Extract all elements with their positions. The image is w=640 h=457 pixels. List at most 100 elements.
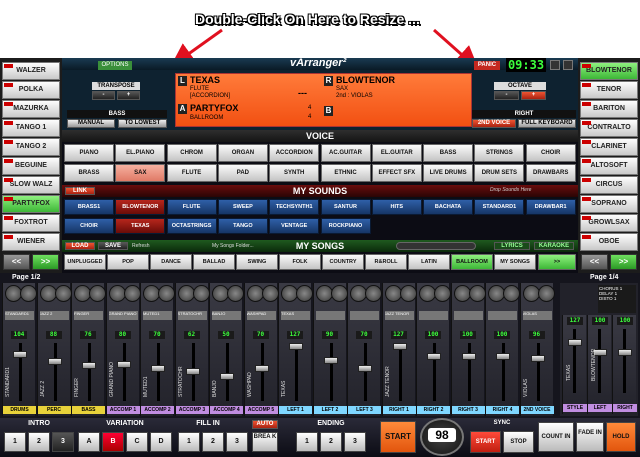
refresh-link[interactable]: Refresh — [132, 243, 150, 249]
song-category-dance[interactable]: DANCE — [150, 254, 192, 270]
effect-knob[interactable] — [123, 285, 141, 302]
style-button-7[interactable]: PARTYFOX — [2, 195, 60, 213]
intro-1-button[interactable]: 1 — [4, 432, 26, 452]
style-button-9[interactable]: WIENER — [2, 233, 60, 251]
my-sound-tango[interactable]: TANGO — [217, 218, 268, 234]
my-sound-brass1[interactable]: BRASS1 — [64, 199, 114, 215]
master-fader[interactable] — [618, 349, 632, 356]
left-prev-button[interactable]: << — [3, 254, 30, 270]
my-sound-flute[interactable]: FLUTE — [166, 199, 217, 215]
style-button-1[interactable]: POLKA — [2, 81, 60, 99]
effect-knob[interactable] — [434, 285, 451, 302]
voice-drawbars[interactable]: DRAWBARS — [525, 164, 576, 182]
close-icon[interactable] — [563, 60, 573, 70]
channel-fader[interactable] — [496, 353, 510, 360]
right-next-button[interactable]: >> — [610, 254, 637, 270]
auto-button[interactable]: AUTO — [252, 420, 278, 429]
style-button-0[interactable]: WALZER — [2, 62, 60, 80]
octave-plus-button[interactable]: + — [521, 91, 546, 100]
bass-manual-button[interactable]: MANUAL — [67, 119, 115, 128]
my-sound-drawbar1[interactable]: DRAWBAR1 — [525, 199, 576, 215]
voice-live-drums[interactable]: LIVE DRUMS — [423, 164, 474, 182]
link-button[interactable]: LINK — [65, 187, 95, 195]
channel-fader[interactable] — [13, 350, 27, 358]
fade-in-button[interactable]: FADE IN — [576, 422, 604, 452]
channel-fader[interactable] — [82, 362, 96, 369]
song-category-latin[interactable]: LATIN — [408, 254, 450, 270]
voice-sax[interactable]: SAX — [115, 164, 166, 182]
tempo-knob[interactable]: 98 — [420, 418, 464, 456]
count-in-button[interactable]: COUNT IN — [538, 422, 574, 452]
pan-knob[interactable] — [453, 285, 471, 302]
voice-bass[interactable]: BASS — [423, 144, 474, 162]
channel-fader[interactable] — [323, 357, 338, 364]
my-sound-techsynth1[interactable]: TECHSYNTH1 — [269, 199, 320, 215]
sound-button-2[interactable]: BARITON — [580, 100, 638, 118]
effect-knob[interactable] — [503, 285, 520, 302]
transpose-plus-button[interactable]: + — [117, 91, 140, 100]
my-sound-hits[interactable]: HITS — [371, 199, 422, 215]
sound-button-6[interactable]: CIRCUS — [580, 176, 638, 194]
intro-2-button[interactable]: 2 — [28, 432, 50, 452]
effect-knob[interactable] — [468, 285, 486, 302]
channel-fader[interactable] — [185, 368, 200, 375]
voice-flute[interactable]: FLUTE — [166, 164, 217, 182]
song-category-my-songs[interactable]: MY SONGS — [494, 254, 536, 270]
karaoke-button[interactable]: KARAOKE — [534, 242, 574, 250]
voice-drum-sets[interactable]: DRUM SETS — [474, 164, 525, 182]
my-sound-ventage[interactable]: VENTAGE — [269, 218, 320, 234]
channel-fader[interactable] — [358, 365, 372, 372]
channel-fader[interactable] — [392, 343, 407, 350]
panic-button[interactable]: PANIC — [474, 61, 500, 70]
effect-knob[interactable] — [54, 285, 72, 302]
channel-fader[interactable] — [461, 353, 476, 360]
voice-ac-guitar[interactable]: AC.GUITAR — [320, 144, 371, 162]
voice-accordion[interactable]: ACCORDION — [269, 144, 320, 162]
start-button[interactable]: START — [380, 421, 416, 453]
song-category-ballroom[interactable]: BALLROOM — [451, 254, 493, 270]
my-sound-bachata[interactable]: BACHATA — [423, 199, 474, 215]
transpose-minus-button[interactable]: - — [92, 91, 115, 100]
effect-knob[interactable] — [330, 285, 348, 302]
pan-knob[interactable] — [384, 285, 402, 302]
full-keyboard-button[interactable]: FULL KEYBOARD — [518, 119, 576, 128]
voice-brass[interactable]: BRASS — [64, 164, 114, 182]
song-category-ballad[interactable]: BALLAD — [193, 254, 235, 270]
my-sound-octastrings[interactable]: OCTASTRINGS — [166, 218, 217, 234]
sound-button-5[interactable]: ALTOSOFT — [580, 157, 638, 175]
load-button[interactable]: LOAD — [65, 242, 95, 250]
sound-button-8[interactable]: GROWLSAX — [580, 214, 638, 232]
song-category-pop[interactable]: POP — [107, 254, 149, 270]
minimize-icon[interactable] — [550, 60, 560, 70]
song-category-r-roll[interactable]: R&ROLL — [365, 254, 407, 270]
effect-knob[interactable] — [192, 285, 210, 302]
fillin-2-button[interactable]: 2 — [202, 432, 224, 452]
voice-el-guitar[interactable]: EL.GUITAR — [371, 144, 422, 162]
pan-knob[interactable] — [246, 285, 264, 302]
channel-fader[interactable] — [427, 353, 441, 360]
second-voice-button[interactable]: 2ND VOICE — [472, 119, 516, 128]
lyrics-button[interactable]: LYRICS — [494, 242, 530, 250]
song-category-unplugged[interactable]: UNPLUGGED — [64, 254, 106, 270]
voice-strings[interactable]: STRINGS — [474, 144, 525, 162]
pan-knob[interactable] — [108, 285, 126, 302]
my-sound-santur[interactable]: SANTUR — [320, 199, 371, 215]
voice-choir[interactable]: CHOIR — [525, 144, 576, 162]
voice-ethnic[interactable]: ETHNIC — [320, 164, 371, 182]
songs-next-button[interactable]: >> — [538, 254, 576, 270]
sound-button-4[interactable]: CLARINET — [580, 138, 638, 156]
style-button-6[interactable]: SLOW WALZ — [2, 176, 60, 194]
style-button-5[interactable]: BEGUINE — [2, 157, 60, 175]
channel-fader[interactable] — [47, 358, 62, 365]
effect-knob[interactable] — [89, 285, 106, 302]
effect-knob[interactable] — [365, 285, 382, 302]
ending-3-button[interactable]: 3 — [344, 432, 366, 452]
my-sound-texas[interactable]: TEXAS — [115, 218, 166, 234]
channel-fader[interactable] — [151, 365, 165, 372]
voice-effect-sfx[interactable]: EFFECT SFX — [371, 164, 422, 182]
my-sound-blowtenor[interactable]: BLOWTENOR — [115, 199, 166, 215]
style-button-2[interactable]: MAZURKA — [2, 100, 60, 118]
effect-knob[interactable] — [158, 285, 175, 302]
voice-piano[interactable]: PIANO — [64, 144, 114, 162]
variation-a-button[interactable]: A — [78, 432, 100, 452]
